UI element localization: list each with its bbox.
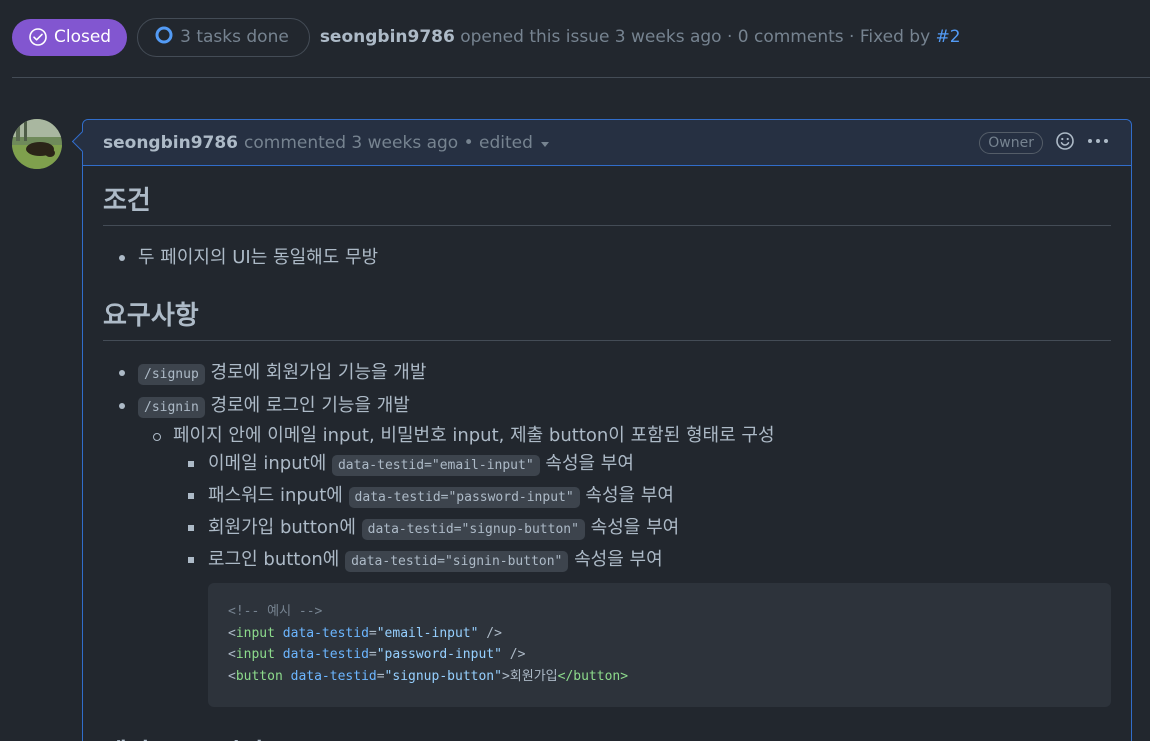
code-block: <!-- 예시 --> <input data-testid="email-in…: [208, 583, 1111, 707]
list-item-text: 속성을 부여: [584, 517, 680, 538]
issue-comment: seongbin9786 commented 3 weeks ago • edi…: [82, 119, 1132, 741]
nested-list-item: 이메일 input에 data-testid="email-input" 속성을…: [103, 449, 1111, 481]
list-item: /signup 경로에 회원가입 기능을 개발: [103, 357, 1111, 390]
inline-code: /signup: [138, 364, 205, 385]
section-heading-conditions: 조건: [103, 180, 1111, 226]
inline-code: data-testid="signup-button": [361, 519, 585, 540]
state-label: Closed: [54, 27, 112, 47]
list-item-text: 로그인 button에: [208, 549, 346, 570]
list-item-text: 이메일 input에: [208, 453, 332, 474]
section-heading-estimate: 예상 소요 시간: [103, 733, 1111, 741]
opened-text: opened this issue 3 weeks ago · 0 commen…: [460, 27, 931, 47]
issue-author-link[interactable]: seongbin9786: [320, 27, 455, 47]
comment-meta[interactable]: commented 3 weeks ago • edited: [244, 133, 533, 153]
inline-code: data-testid="password-input": [348, 487, 580, 508]
nested-list-item: 페이지 안에 이메일 input, 비밀번호 input, 제출 button이…: [103, 423, 1111, 449]
list-item-text: 패스워드 input에: [208, 485, 349, 506]
issue-meta: Closed 3 tasks done seongbin9786 opened …: [12, 17, 961, 57]
list-item-text: 속성을 부여: [568, 549, 663, 570]
nested-list-item: 회원가입 button에 data-testid="signup-button"…: [103, 513, 1111, 545]
inline-code: data-testid="email-input": [331, 455, 540, 476]
comment-header: seongbin9786 commented 3 weeks ago • edi…: [83, 120, 1131, 166]
inline-code: data-testid="signin-button": [345, 551, 569, 572]
section-heading-requirements: 요구사항: [103, 295, 1111, 341]
comment-body: 조건 두 페이지의 UI는 동일해도 무방 요구사항 /signup 경로에 회…: [83, 166, 1131, 741]
tasks-progress[interactable]: 3 tasks done: [137, 17, 310, 57]
code-line: <input data-testid="email-input" />: [228, 625, 502, 641]
kebab-menu-icon[interactable]: [1087, 131, 1109, 156]
inline-code: /signin: [138, 397, 205, 418]
progress-ring-icon: [154, 25, 174, 50]
code-line: <input data-testid="password-input" />: [228, 647, 526, 662]
closed-state-badge: Closed: [12, 18, 128, 56]
list-item: 두 페이지의 UI는 동일해도 무방: [103, 242, 1111, 273]
tasks-label: 3 tasks done: [180, 27, 289, 47]
smiley-icon[interactable]: [1055, 131, 1075, 156]
nested-list-item: 로그인 button에 data-testid="signin-button" …: [103, 545, 1111, 577]
issue-meta-text: seongbin9786 opened this issue 3 weeks a…: [320, 27, 961, 47]
header-divider: [12, 77, 1150, 78]
chevron-down-icon[interactable]: [540, 142, 549, 147]
list-item-text: 속성을 부여: [579, 485, 674, 506]
list-item-text: 속성을 부여: [539, 453, 634, 474]
list-item: /signin 경로에 로그인 기능을 개발: [103, 390, 1111, 423]
list-item-text: 회원가입 button에: [208, 517, 362, 538]
nested-list-item: 패스워드 input에 data-testid="password-input"…: [103, 481, 1111, 513]
owner-badge: Owner: [979, 132, 1043, 154]
avatar[interactable]: [12, 119, 62, 169]
comment-author-link[interactable]: seongbin9786: [103, 133, 238, 153]
code-line: <button data-testid="signup-button">회원가입…: [228, 668, 629, 684]
list-item-text: 경로에 회원가입 기능을 개발: [204, 362, 427, 383]
code-comment: <!-- 예시 -->: [228, 604, 323, 619]
fixed-by-link[interactable]: #2: [936, 27, 961, 47]
list-item-text: 경로에 로그인 기능을 개발: [204, 395, 410, 416]
check-circle-icon: [28, 27, 48, 47]
